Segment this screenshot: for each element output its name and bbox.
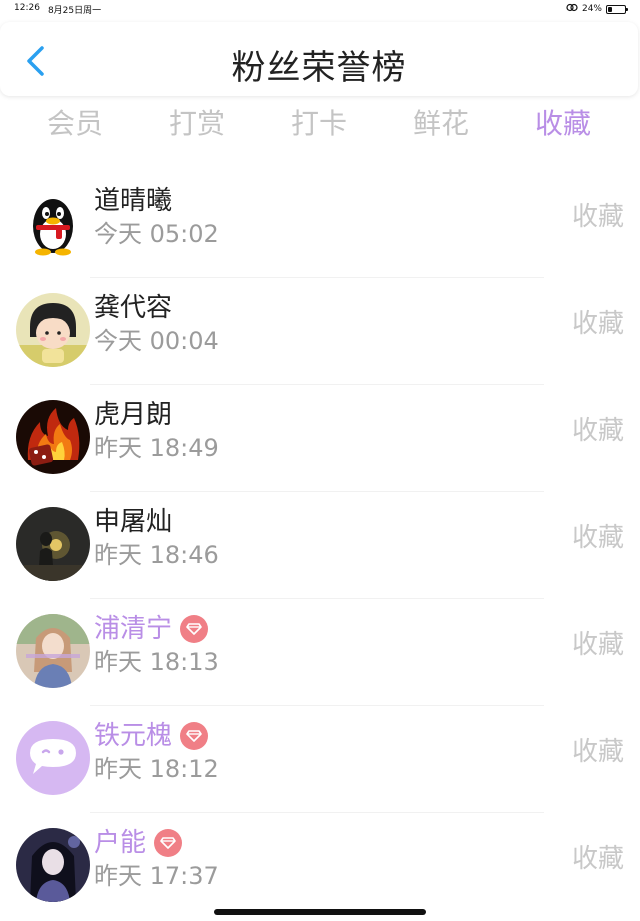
name-line: 道晴曦 (94, 184, 172, 218)
favorite-action[interactable]: 收藏 (572, 521, 624, 555)
fan-name: 龚代容 (94, 293, 173, 323)
diamond-badge-icon (154, 829, 183, 857)
fan-name: 户能 (94, 828, 147, 858)
fan-time: 今天 05:02 (94, 220, 219, 248)
home-indicator[interactable] (214, 909, 426, 915)
night-figure-icon (16, 507, 90, 581)
name-line: 虎月朗 (94, 398, 172, 432)
name-line: 申屠灿 (94, 505, 172, 539)
name-line: 龚代容 (94, 291, 172, 325)
list-item[interactable]: 申屠灿 昨天 18:46 收藏 (0, 491, 640, 598)
header-bar: 粉丝荣誉榜 (0, 22, 638, 96)
favorite-action[interactable]: 收藏 (572, 735, 624, 769)
status-right: 24% (566, 3, 628, 15)
list-item[interactable]: 浦清宁 昨天 18:13 收藏 (0, 598, 640, 705)
status-left: 12:26 8月25日周一 (14, 3, 101, 16)
screen-mirror-icon (566, 3, 578, 15)
diamond-badge-icon (180, 722, 209, 750)
name-line: 浦清宁 (94, 612, 209, 646)
list-item[interactable]: 龚代容 今天 00:04 收藏 (0, 277, 640, 384)
fan-name: 申屠灿 (94, 507, 173, 537)
chat-bubble-icon (16, 721, 90, 795)
fan-time: 昨天 18:13 (94, 648, 219, 676)
favorite-action[interactable]: 收藏 (572, 842, 624, 876)
fan-time: 昨天 18:12 (94, 755, 219, 783)
girl-dark-icon (16, 828, 90, 902)
list-item[interactable]: 铁元槐 昨天 18:12 收藏 (0, 705, 640, 812)
fan-name: 铁元槐 (94, 721, 173, 751)
battery-percent: 24% (581, 4, 602, 14)
diamond-badge-icon (180, 615, 209, 643)
name-line: 户能 (94, 826, 183, 860)
girl-photo-icon (16, 614, 90, 688)
list-item[interactable]: 虎月朗 昨天 18:49 收藏 (0, 384, 640, 491)
tab-favorites[interactable]: 收藏 (502, 102, 624, 150)
fan-time: 昨天 18:46 (94, 541, 219, 569)
favorite-action[interactable]: 收藏 (572, 414, 624, 448)
status-bar: 12:26 8月25日周一 24% (0, 0, 640, 18)
avatar[interactable] (16, 186, 90, 260)
status-date: 8月25日周一 (47, 6, 102, 16)
fan-name: 虎月朗 (94, 400, 173, 430)
battery-icon (606, 4, 628, 14)
page-title: 粉丝荣誉榜 (231, 48, 407, 88)
favorite-action[interactable]: 收藏 (572, 307, 624, 341)
tab-bar: 会员 打赏 打卡 鲜花 收藏 (14, 102, 624, 150)
favorite-action[interactable]: 收藏 (572, 628, 624, 662)
avatar[interactable] (16, 293, 90, 367)
status-time: 12:26 (14, 3, 40, 13)
list-item[interactable]: 道晴曦 今天 05:02 收藏 (0, 170, 640, 277)
fan-name: 浦清宁 (94, 614, 173, 644)
name-line: 铁元槐 (94, 719, 209, 753)
fire-icon (16, 400, 90, 474)
favorite-action[interactable]: 收藏 (572, 200, 624, 234)
tab-flowers[interactable]: 鲜花 (380, 102, 502, 150)
fan-time: 昨天 17:37 (94, 862, 219, 890)
tab-reward[interactable]: 打赏 (136, 102, 258, 150)
tab-checkin[interactable]: 打卡 (258, 102, 380, 150)
qq-penguin-icon (16, 186, 90, 260)
fan-list: 道晴曦 今天 05:02 收藏 龚代容 今天 00:04 收藏 虎月朗 昨天 1… (0, 170, 640, 919)
avatar[interactable] (16, 721, 90, 795)
avatar[interactable] (16, 828, 90, 902)
fan-time: 今天 00:04 (94, 327, 219, 355)
battery-fill (608, 6, 612, 12)
cartoon-girl-icon (16, 293, 90, 367)
list-item[interactable]: 户能 昨天 17:37 收藏 (0, 812, 640, 919)
tab-member[interactable]: 会员 (14, 102, 136, 150)
fan-time: 昨天 18:49 (94, 434, 219, 462)
avatar[interactable] (16, 507, 90, 581)
fan-name: 道晴曦 (94, 186, 173, 216)
avatar[interactable] (16, 614, 90, 688)
avatar[interactable] (16, 400, 90, 474)
